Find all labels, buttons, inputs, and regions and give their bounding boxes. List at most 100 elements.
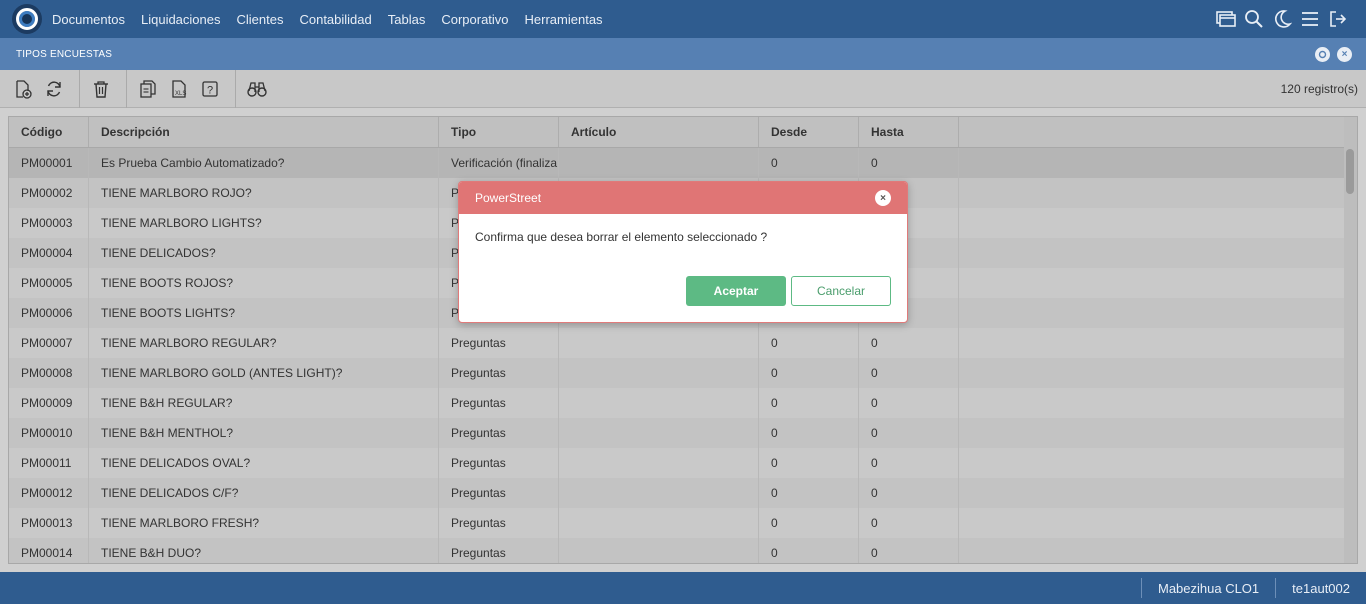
- cell-tipo: Preguntas: [439, 478, 559, 508]
- cell-codigo: PM00006: [9, 298, 89, 328]
- table-row[interactable]: PM00011 TIENE DELICADOS OVAL? Preguntas 0 0: [9, 448, 1357, 478]
- cell-articulo: [559, 448, 759, 478]
- cell-descripcion: TIENE B&H DUO?: [89, 538, 439, 563]
- cell-descripcion: Es Prueba Cambio Automatizado?: [89, 148, 439, 178]
- cell-tipo: Preguntas: [439, 328, 559, 358]
- cell-tipo: Preguntas: [439, 358, 559, 388]
- column-header-filler: [959, 117, 1357, 147]
- moon-icon[interactable]: [1268, 5, 1296, 33]
- table-row[interactable]: PM00014 TIENE B&H DUO? Preguntas 0 0: [9, 538, 1357, 563]
- cell-codigo: PM00009: [9, 388, 89, 418]
- menu-item-herramientas[interactable]: Herramientas: [525, 12, 603, 27]
- cell-desde: 0: [759, 448, 859, 478]
- table-row[interactable]: PM00001 Es Prueba Cambio Automatizado? Ver…: [9, 148, 1357, 178]
- close-icon[interactable]: ×: [875, 190, 891, 206]
- cell-tipo: Preguntas: [439, 388, 559, 418]
- cell-desde: 0: [759, 328, 859, 358]
- table-row[interactable]: PM00007 TIENE MARLBORO REGULAR? Preguntas 0…: [9, 328, 1357, 358]
- table-row[interactable]: PM00010 TIENE B&H MENTHOL? Preguntas 0 0: [9, 418, 1357, 448]
- toolbar: XLS ? 120 registro(s): [0, 69, 1366, 108]
- vertical-scrollbar[interactable]: [1344, 117, 1357, 563]
- close-window-icon[interactable]: ×: [1337, 46, 1352, 62]
- cell-filler: [959, 358, 1357, 388]
- cell-filler: [959, 388, 1357, 418]
- table-row[interactable]: PM00012 TIENE DELICADOS C/F? Preguntas 0 0: [9, 478, 1357, 508]
- logout-icon[interactable]: [1324, 5, 1352, 33]
- confirm-delete-dialog: PowerStreet × Confirma que desea borrar …: [458, 181, 908, 323]
- cell-filler: [959, 268, 1357, 298]
- cell-tipo: Verificación (finaliza: [439, 148, 559, 178]
- top-menu-bar: Documentos Liquidaciones Clientes Contab…: [0, 0, 1366, 38]
- column-header-codigo[interactable]: Código: [9, 117, 89, 147]
- cell-descripcion: TIENE B&H MENTHOL?: [89, 418, 439, 448]
- cell-desde: 0: [759, 508, 859, 538]
- menu-item-clientes[interactable]: Clientes: [237, 12, 284, 27]
- window-icon[interactable]: [1212, 5, 1240, 33]
- column-header-tipo[interactable]: Tipo: [439, 117, 559, 147]
- cell-filler: [959, 448, 1357, 478]
- cell-hasta: 0: [859, 508, 959, 538]
- main-menu: Documentos Liquidaciones Clientes Contab…: [52, 12, 619, 27]
- cell-tipo: Preguntas: [439, 418, 559, 448]
- cell-hasta: 0: [859, 328, 959, 358]
- cell-filler: [959, 208, 1357, 238]
- menu-item-contabilidad[interactable]: Contabilidad: [299, 12, 371, 27]
- dialog-message: Confirma que desea borrar el elemento se…: [475, 230, 768, 244]
- page-title: TIPOS ENCUESTAS: [16, 48, 113, 60]
- grid-header: Código Descripción Tipo Artículo Desde H…: [9, 117, 1357, 148]
- hamburger-menu-icon[interactable]: [1296, 5, 1324, 33]
- cell-articulo: [559, 358, 759, 388]
- menu-item-documentos[interactable]: Documentos: [52, 12, 125, 27]
- status-user: Mabezihua CLO1: [1157, 580, 1260, 596]
- cell-codigo: PM00001: [9, 148, 89, 178]
- refresh-icon[interactable]: [41, 76, 67, 102]
- dialog-title: PowerStreet: [475, 191, 542, 205]
- cell-articulo: [559, 508, 759, 538]
- export-xls-icon[interactable]: XLS: [166, 76, 192, 102]
- cell-descripcion: TIENE MARLBORO FRESH?: [89, 508, 439, 538]
- minimize-icon[interactable]: [1315, 46, 1330, 62]
- cell-codigo: PM00004: [9, 238, 89, 268]
- cell-hasta: 0: [859, 388, 959, 418]
- app-logo[interactable]: [12, 4, 42, 34]
- binoculars-icon[interactable]: [244, 76, 270, 102]
- delete-icon[interactable]: [88, 76, 114, 102]
- copy-icon[interactable]: [135, 76, 161, 102]
- column-header-articulo[interactable]: Artículo: [559, 117, 759, 147]
- cell-codigo: PM00010: [9, 418, 89, 448]
- toolbar-divider: [79, 69, 80, 108]
- accept-button[interactable]: Aceptar: [686, 276, 786, 306]
- menu-item-liquidaciones[interactable]: Liquidaciones: [141, 12, 221, 27]
- table-row[interactable]: PM00008 TIENE MARLBORO GOLD (ANTES LIGHT)…: [9, 358, 1357, 388]
- status-session: te1aut002: [1292, 580, 1350, 596]
- cell-desde: 0: [759, 148, 859, 178]
- cell-codigo: PM00014: [9, 538, 89, 563]
- menu-item-corporativo[interactable]: Corporativo: [441, 12, 508, 27]
- cell-tipo: Preguntas: [439, 508, 559, 538]
- column-header-desde[interactable]: Desde: [759, 117, 859, 147]
- table-row[interactable]: PM00013 TIENE MARLBORO FRESH? Preguntas 0 0: [9, 508, 1357, 538]
- cell-desde: 0: [759, 388, 859, 418]
- cell-hasta: 0: [859, 358, 959, 388]
- cell-descripcion: TIENE MARLBORO LIGHTS?: [89, 208, 439, 238]
- cell-filler: [959, 178, 1357, 208]
- help-icon[interactable]: ?: [197, 76, 223, 102]
- cell-filler: [959, 508, 1357, 538]
- cancel-button[interactable]: Cancelar: [791, 276, 891, 306]
- cell-codigo: PM00007: [9, 328, 89, 358]
- cell-codigo: PM00013: [9, 508, 89, 538]
- cell-hasta: 0: [859, 418, 959, 448]
- search-icon[interactable]: [1240, 5, 1268, 33]
- new-document-icon[interactable]: [10, 76, 36, 102]
- cell-descripcion: TIENE MARLBORO REGULAR?: [89, 328, 439, 358]
- table-row[interactable]: PM00009 TIENE B&H REGULAR? Preguntas 0 0: [9, 388, 1357, 418]
- column-header-hasta[interactable]: Hasta: [859, 117, 959, 147]
- cell-filler: [959, 238, 1357, 268]
- cell-hasta: 0: [859, 148, 959, 178]
- cell-tipo: Preguntas: [439, 448, 559, 478]
- cell-codigo: PM00012: [9, 478, 89, 508]
- column-header-descripcion[interactable]: Descripción: [89, 117, 439, 147]
- toolbar-divider: [235, 69, 236, 108]
- menu-item-tablas[interactable]: Tablas: [388, 12, 426, 27]
- scrollbar-thumb[interactable]: [1346, 149, 1354, 194]
